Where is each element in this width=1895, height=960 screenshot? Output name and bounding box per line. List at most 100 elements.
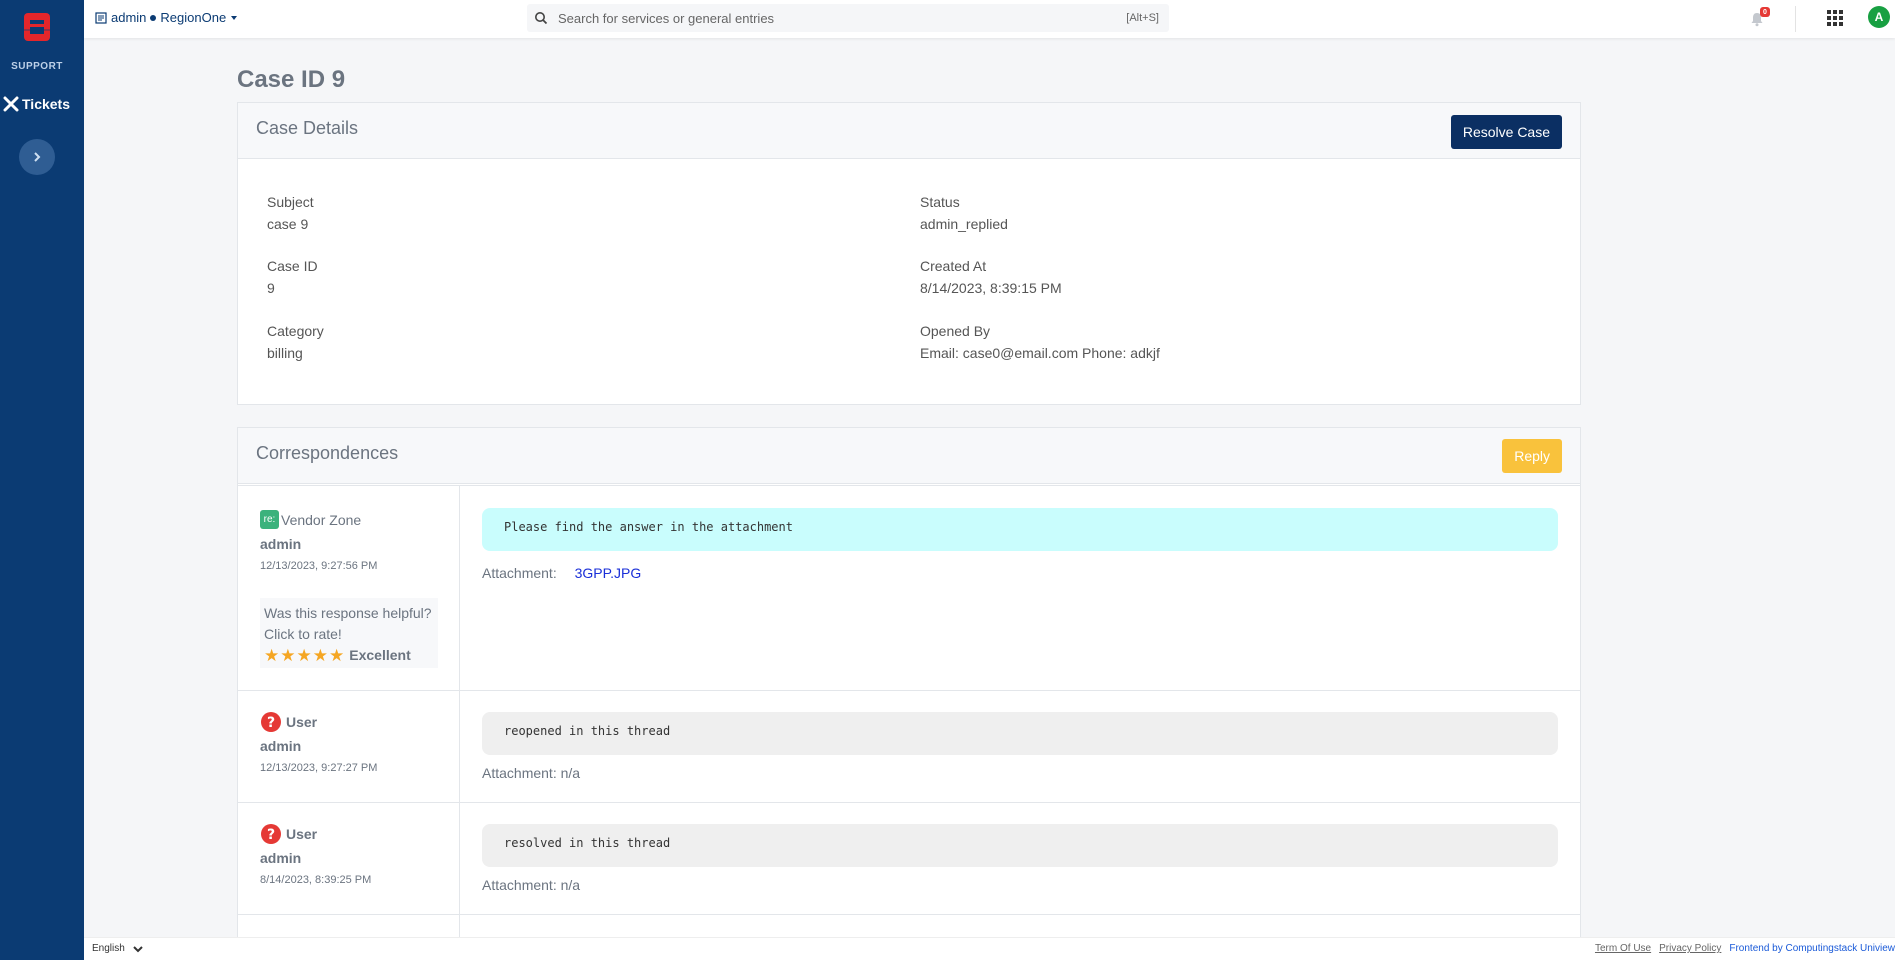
star-icon[interactable]: ★ <box>329 645 344 666</box>
case-details-header: Case Details Resolve Case <box>238 103 1580 159</box>
sidebar-expand-button[interactable] <box>19 139 55 175</box>
correspondence-source: re: Vendor Zone <box>260 510 361 529</box>
correspondence-source: ? User <box>260 711 317 733</box>
field-value: Email: case0@email.com Phone: adkjf <box>920 345 1160 361</box>
rating-prompt-cta: Click to rate! <box>264 626 342 642</box>
attachment-line: Attachment: n/a <box>482 877 581 893</box>
svg-text:?: ? <box>267 827 275 843</box>
sidebar-item-tickets[interactable]: Tickets <box>3 93 81 115</box>
footer-links: Term Of Use Privacy Policy Frontend by C… <box>1595 943 1895 954</box>
attachment-line: Attachment: n/a <box>482 765 581 781</box>
attachment-link[interactable]: 3GPP.JPG <box>575 565 642 581</box>
correspondence-meta <box>238 915 460 938</box>
correspondence-source: ? User <box>260 823 317 845</box>
document-icon <box>95 11 107 24</box>
correspondence-meta: ? User admin 8/14/2023, 8:39:25 PM <box>238 803 460 914</box>
rating-label: Excellent <box>349 647 411 663</box>
field-case-id: Case ID 9 <box>267 258 318 296</box>
correspondence-meta: re: Vendor Zone admin 12/13/2023, 9:27:5… <box>238 486 460 690</box>
field-value: billing <box>267 345 303 361</box>
project-user: admin <box>111 10 147 25</box>
correspondence-item: ? User admin 12/13/2023, 9:27:27 PM reop… <box>238 690 1580 802</box>
chevron-down-icon <box>133 945 143 952</box>
field-label: Category <box>267 323 324 339</box>
correspondence-content: resolved in this thread Attachment: n/a <box>460 803 1580 914</box>
apps-grid-icon[interactable] <box>1825 8 1845 28</box>
separator-dot <box>150 14 157 21</box>
region-selector[interactable]: admin RegionOne <box>95 10 239 25</box>
field-label: Subject <box>267 194 314 210</box>
correspondence-author: admin <box>260 738 302 754</box>
field-value: case 9 <box>267 216 309 232</box>
field-created-at: Created At 8/14/2023, 8:39:15 PM <box>920 258 1062 296</box>
question-circle-icon: ? <box>261 712 281 732</box>
source-label: User <box>286 714 318 730</box>
correspondence-item: re: Vendor Zone admin 12/13/2023, 9:27:5… <box>238 485 1580 690</box>
attachment-line: Attachment: 3GPP.JPG <box>482 565 641 581</box>
sidebar-item-label: Tickets <box>22 96 70 112</box>
field-category: Category billing <box>267 323 324 361</box>
resolve-case-button[interactable]: Resolve Case <box>1450 115 1562 149</box>
correspondences-card: Correspondences Reply re: Vendor Zone ad… <box>237 427 1581 938</box>
field-subject: Subject case 9 <box>267 194 314 232</box>
source-label: Vendor Zone <box>281 511 362 528</box>
correspondence-content: reopened in this thread Attachment: n/a <box>460 691 1580 802</box>
sidebar: SUPPORT Tickets <box>0 0 84 960</box>
search-input[interactable]: Search for services or general entries [… <box>527 4 1169 32</box>
message-bubble: reopened in this thread <box>482 712 1558 755</box>
message-bubble: resolved in this thread <box>482 824 1558 867</box>
correspondence-meta: ? User admin 12/13/2023, 9:27:27 PM <box>238 691 460 802</box>
privacy-link[interactable]: Privacy Policy <box>1659 943 1721 954</box>
region-name: RegionOne <box>160 10 227 25</box>
star-icon[interactable]: ★ <box>297 645 312 666</box>
correspondence-item <box>238 914 1580 938</box>
search-icon <box>535 12 548 25</box>
attachment-label: Attachment: <box>482 565 557 581</box>
star-icon[interactable]: ★ <box>280 645 295 666</box>
question-circle-icon: ? <box>261 824 281 844</box>
language-selector[interactable]: English <box>92 943 143 954</box>
field-value: admin_replied <box>920 216 1008 232</box>
reply-badge: re: <box>260 510 279 529</box>
field-value: 9 <box>267 280 275 296</box>
correspondence-timestamp: 12/13/2023, 9:27:56 PM <box>260 560 378 572</box>
field-label: Case ID <box>267 258 318 274</box>
notification-count-badge: 0 <box>1760 7 1770 17</box>
correspondence-content: Please find the answer in the attachment… <box>460 486 1580 690</box>
language-label: English <box>92 943 125 954</box>
reply-button[interactable]: Reply <box>1502 439 1562 473</box>
svg-text:?: ? <box>267 715 275 731</box>
rating-stars[interactable]: ★ ★ ★ ★ ★ Excellent <box>264 645 434 666</box>
rating-widget[interactable]: Was this response helpful? Click to rate… <box>260 598 438 668</box>
topbar-divider <box>1795 6 1796 32</box>
source-label: User <box>286 826 318 842</box>
case-details-title: Case Details <box>256 118 359 138</box>
field-label: Opened By <box>920 323 991 339</box>
search-placeholder: Search for services or general entries <box>558 10 775 26</box>
rating-prompt: Was this response helpful? <box>264 605 432 621</box>
field-opened-by: Opened By Email: case0@email.com Phone: … <box>920 323 1160 361</box>
field-label: Created At <box>920 258 987 274</box>
caret-down-icon <box>231 15 238 20</box>
case-details-card: Case Details Resolve Case Subject case 9… <box>237 102 1581 405</box>
correspondences-header: Correspondences Reply <box>238 428 1580 484</box>
star-icon[interactable]: ★ <box>313 645 328 666</box>
footer: English Term Of Use Privacy Policy Front… <box>84 937 1895 960</box>
star-icon[interactable]: ★ <box>264 645 279 666</box>
correspondence-timestamp: 12/13/2023, 9:27:27 PM <box>260 762 378 774</box>
chevron-right-icon <box>34 152 41 162</box>
notifications-button[interactable]: 0 <box>1747 7 1770 30</box>
page-title: Case ID 9 <box>237 66 346 93</box>
field-label: Status <box>920 194 960 210</box>
terms-link[interactable]: Term Of Use <box>1595 943 1651 954</box>
section-label-support: SUPPORT <box>11 61 63 72</box>
correspondence-author: admin <box>260 536 302 552</box>
correspondence-item: ? User admin 8/14/2023, 8:39:25 PM resol… <box>238 802 1580 914</box>
message-bubble: Please find the answer in the attachment <box>482 508 1558 551</box>
user-avatar[interactable]: A <box>1868 6 1890 28</box>
field-value: 8/14/2023, 8:39:15 PM <box>920 280 1062 296</box>
correspondence-author: admin <box>260 850 302 866</box>
top-bar: admin RegionOne Search for services or g… <box>84 0 1895 38</box>
credit-link[interactable]: Frontend by Computingstack Uniview <box>1729 943 1895 954</box>
openstack-logo-icon[interactable] <box>22 11 52 43</box>
